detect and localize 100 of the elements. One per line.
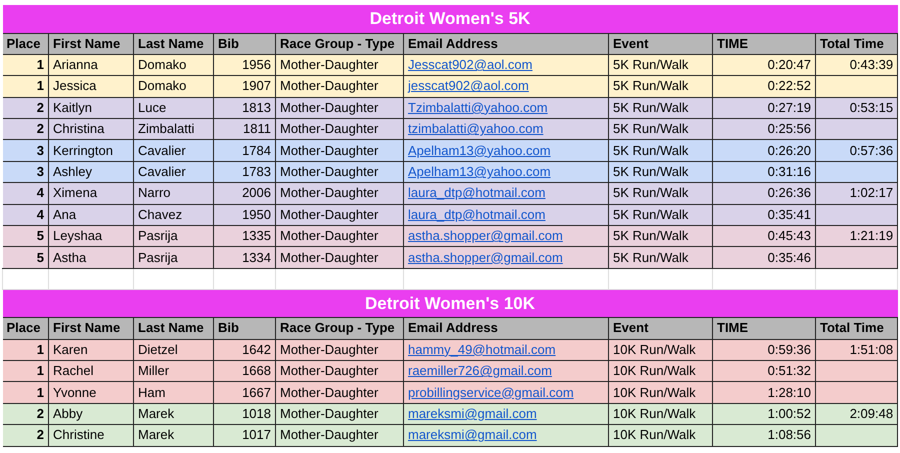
table-cell: Mother-Daughter — [276, 182, 404, 204]
table-cell: Ana — [48, 204, 134, 226]
table-cell: 10K Run/Walk — [608, 382, 712, 404]
table-cell: 2 — [2, 97, 48, 119]
table-cell: Cavalier — [134, 161, 214, 183]
column-header: Last Name — [134, 318, 214, 340]
table-cell: Mother-Daughter — [276, 54, 404, 76]
table-cell: 0:35:46 — [712, 246, 816, 268]
table-cell: Mother-Daughter — [276, 118, 404, 140]
table-cell: 0:51:32 — [712, 360, 816, 382]
table-cell: Mother-Daughter — [276, 97, 404, 119]
table-cell: 1:02:17 — [816, 182, 898, 204]
table-cell: 1335 — [214, 226, 276, 247]
table-cell: Mother-Daughter — [276, 76, 404, 98]
column-header: Place — [2, 318, 48, 340]
table-cell: Mother-Daughter — [276, 382, 404, 404]
table-cell: 1:21:19 — [816, 226, 898, 247]
table-cell: Mother-Daughter — [276, 204, 404, 226]
table-cell: 0:43:39 — [816, 54, 898, 76]
column-header: Place — [2, 33, 48, 54]
table-cell: 1 — [2, 54, 48, 76]
column-header: Bib — [214, 318, 276, 340]
table-cell: 10K Run/Walk — [608, 424, 712, 446]
column-header: Email Address — [404, 318, 608, 340]
table-cell: 1 — [2, 360, 48, 382]
table-cell: 0:35:41 — [712, 204, 816, 226]
table-cell: Cavalier — [134, 140, 214, 162]
table-cell: 1668 — [214, 360, 276, 382]
table-cell: 5K Run/Walk — [608, 118, 712, 140]
table-cell: 1 — [2, 76, 48, 98]
section-title: Detroit Women's 10K — [2, 290, 898, 318]
table-cell: 2 — [2, 118, 48, 140]
table-cell: 10K Run/Walk — [608, 339, 712, 360]
table-cell: Yvonne — [48, 382, 134, 404]
table-cell: 0:45:43 — [712, 226, 816, 247]
table-cell: 1783 — [214, 161, 276, 183]
table-cell: 1 — [2, 382, 48, 404]
table-cell: Astha — [48, 246, 134, 268]
table-cell: 3 — [2, 140, 48, 162]
table-cell: 0:26:36 — [712, 182, 816, 204]
table-cell: 1907 — [214, 76, 276, 98]
table-cell: 5K Run/Walk — [608, 54, 712, 76]
table-cell: 1018 — [214, 403, 276, 425]
column-header: Email Address — [404, 33, 608, 54]
column-header: Bib — [214, 33, 276, 54]
table-cell: 1950 — [214, 204, 276, 226]
column-header: Event — [608, 318, 712, 340]
column-header: Total Time — [816, 33, 898, 54]
table-cell: Kerrington — [48, 140, 134, 162]
table-cell: Christine — [48, 424, 134, 446]
table-cell: 0:27:19 — [712, 97, 816, 119]
table-cell: 1334 — [214, 246, 276, 268]
table-cell: Luce — [134, 97, 214, 119]
table-cell: Narro — [134, 182, 214, 204]
table-cell: Mother-Daughter — [276, 161, 404, 183]
section-title: Detroit Women's 5K — [2, 5, 898, 33]
table-cell: 0:26:20 — [712, 140, 816, 162]
column-header: Event — [608, 33, 712, 54]
table-cell: 1811 — [214, 118, 276, 140]
table-cell: 5K Run/Walk — [608, 140, 712, 162]
column-header: TIME — [712, 318, 816, 340]
table-cell: Mother-Daughter — [276, 339, 404, 360]
table-cell: Marek — [134, 424, 214, 446]
table-cell: Mother-Daughter — [276, 246, 404, 268]
table-cell: 4 — [2, 204, 48, 226]
table-cell: 0:22:52 — [712, 76, 816, 98]
table-cell: Dietzel — [134, 339, 214, 360]
table-cell: Jessica — [48, 76, 134, 98]
table-cell: Kaitlyn — [48, 97, 134, 119]
table-cell: 5K Run/Walk — [608, 226, 712, 247]
table-cell: 1667 — [214, 382, 276, 404]
table-cell: 1956 — [214, 54, 276, 76]
table-cell: Domako — [134, 54, 214, 76]
table-cell: 10K Run/Walk — [608, 403, 712, 425]
table-cell: Mother-Daughter — [276, 140, 404, 162]
table-cell: 5 — [2, 246, 48, 268]
table-cell: Pasrija — [134, 246, 214, 268]
table-cell: Arianna — [48, 54, 134, 76]
table-cell: 0:57:36 — [816, 140, 898, 162]
table-cell: 5K Run/Walk — [608, 182, 712, 204]
table-cell: 5K Run/Walk — [608, 204, 712, 226]
column-header: TIME — [712, 33, 816, 54]
table-cell: 5K Run/Walk — [608, 97, 712, 119]
table-cell: 0:25:56 — [712, 118, 816, 140]
table-cell: 0:53:15 — [816, 97, 898, 119]
table-cell: Karen — [48, 339, 134, 360]
table-cell: 1813 — [214, 97, 276, 119]
column-header: Last Name — [134, 33, 214, 54]
table-cell: Mother-Daughter — [276, 424, 404, 446]
table-cell: Ashley — [48, 161, 134, 183]
table-cell: 5 — [2, 226, 48, 247]
table-cell: 5K Run/Walk — [608, 76, 712, 98]
column-header: Race Group - Type — [276, 318, 404, 340]
table-cell: Ximena — [48, 182, 134, 204]
table-cell: 1:08:56 — [712, 424, 816, 446]
table-cell: 1642 — [214, 339, 276, 360]
table-cell: Mother-Daughter — [276, 226, 404, 247]
table-cell: 5K Run/Walk — [608, 161, 712, 183]
column-header: First Name — [48, 318, 134, 340]
table-cell: 1:51:08 — [816, 339, 898, 360]
